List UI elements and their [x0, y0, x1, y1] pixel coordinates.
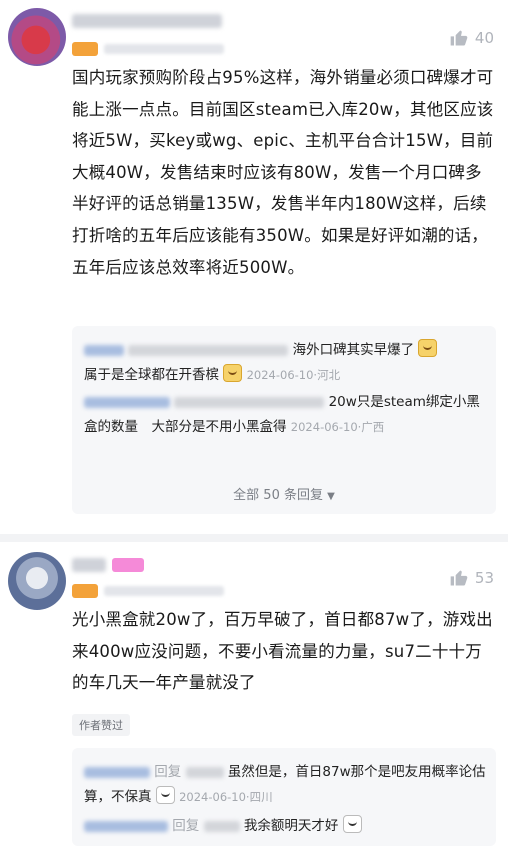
reply-meta: 2024-06-10·河北: [246, 368, 341, 382]
comment-text: 光小黑盒就20w了，百万早破了，首日都87w了，游戏出来400w应没问题，不要小…: [72, 610, 493, 693]
reply-username[interactable]: [84, 766, 150, 778]
level-badge: [72, 42, 98, 56]
emoji-icon: [418, 339, 438, 357]
reply-meta: 2024-06-10·四川: [179, 790, 273, 804]
like-button[interactable]: 40: [449, 28, 494, 48]
emoji-icon: [155, 786, 175, 804]
reply-text: 海外口碑其实早爆了: [292, 342, 415, 358]
like-button[interactable]: 53: [449, 568, 494, 588]
reply-text: 属于是全球都在开香槟: [84, 367, 219, 383]
reply-list: 海外口碑其实早爆了 属于是全球都在开香槟 2024-06-10·河北 20w只是…: [72, 326, 496, 514]
reply-word: 回复: [172, 818, 200, 834]
emoji-icon: [342, 815, 362, 833]
reply-word: 回复: [154, 764, 182, 780]
thumbs-up-icon: [450, 570, 468, 586]
comment-card: 40 国内玩家预购阶段占95%这样，海外销量必须口碑爆才可能上涨一点点。目前国区…: [0, 0, 508, 530]
reply-item[interactable]: 海外口碑其实早爆了 属于是全球都在开香槟 2024-06-10·河北: [84, 338, 486, 388]
reply-item[interactable]: 回复 我余额明天才好: [84, 814, 486, 839]
comment-text: 国内玩家预购阶段占95%这样，海外销量必须口碑爆才可能上涨一点点。目前国区ste…: [72, 68, 494, 277]
reply-meta: 2024-06-10·广西: [290, 420, 385, 434]
reply-username[interactable]: [84, 820, 168, 832]
avatar[interactable]: [8, 8, 66, 66]
reply-item[interactable]: 20w只是steam绑定小黑盒的数量 大部分是不用小黑盒得 2024-06-10…: [84, 390, 486, 440]
reply-username[interactable]: [84, 396, 170, 408]
like-count: 53: [474, 569, 494, 587]
reply-item[interactable]: 回复 虽然但是，首日87w那个是吧友用概率论估算，不保真 2024-06-10·…: [84, 760, 486, 810]
username[interactable]: [72, 558, 106, 572]
username[interactable]: [72, 14, 222, 28]
user-badge: [112, 558, 144, 572]
post-meta: [104, 44, 224, 54]
like-count: 40: [474, 29, 494, 47]
post-meta: [104, 586, 224, 596]
emoji-icon: [223, 364, 243, 382]
reply-username[interactable]: [84, 344, 124, 356]
author-liked-badge: 作者赞过: [72, 714, 130, 736]
avatar[interactable]: [8, 552, 66, 610]
thumbs-up-icon: [450, 30, 468, 46]
view-all-replies-label: 全部 50 条回复: [233, 488, 323, 503]
reply-text: 我余额明天才好: [243, 818, 339, 834]
reply-target: [128, 344, 289, 356]
reply-target: [174, 396, 325, 408]
level-badge: [72, 584, 98, 598]
comment-card: 53 光小黑盒就20w了，百万早破了，首日都87w了，游戏出来400w应没问题，…: [0, 542, 508, 846]
view-all-replies-button[interactable]: 全部 50 条回复 ▼: [72, 484, 496, 503]
reply-target: [203, 820, 240, 832]
reply-target: [185, 766, 224, 778]
chevron-down-icon: ▼: [327, 491, 335, 502]
reply-list: 回复 虽然但是，首日87w那个是吧友用概率论估算，不保真 2024-06-10·…: [72, 748, 496, 846]
section-divider: [0, 534, 508, 542]
